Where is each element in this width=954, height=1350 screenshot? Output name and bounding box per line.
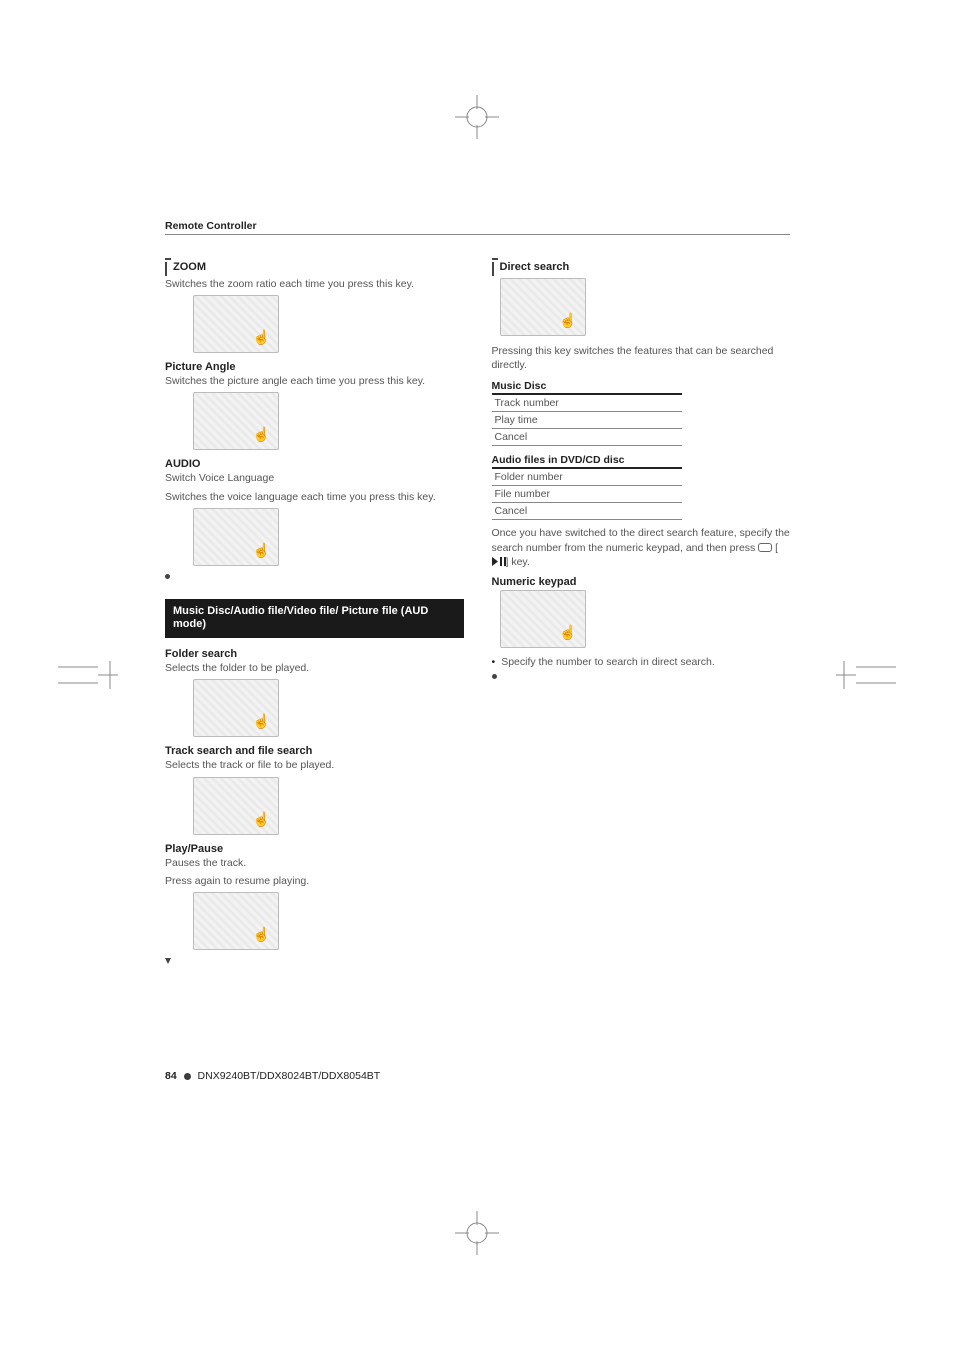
play-pause-l1: Pauses the track.: [165, 856, 464, 870]
hand-icon: ☝: [559, 624, 576, 641]
audio-files-table: Folder number File number Cancel: [492, 469, 682, 520]
page-number: 84: [165, 1070, 177, 1082]
play-pause-title: Play/Pause: [165, 843, 464, 855]
folder-search-body: Selects the folder to be played.: [165, 661, 464, 675]
direct-search-heading: Direct search: [492, 261, 791, 276]
table-row: Cancel: [492, 429, 682, 446]
audio-title: AUDIO: [165, 458, 464, 470]
keypad-bullet: • Specify the number to search in direct…: [492, 656, 791, 668]
table-cell: File number: [492, 486, 682, 503]
direct-search-title: Direct search: [500, 261, 570, 273]
after-switch-c: ] key.: [506, 556, 530, 568]
hand-icon: ☝: [253, 811, 270, 828]
table-row: Folder number: [492, 469, 682, 486]
hand-icon: ☝: [253, 426, 270, 443]
folder-search-title: Folder search: [165, 648, 464, 660]
hand-icon: ☝: [253, 713, 270, 730]
play-pause-l2: Press again to resume playing.: [165, 874, 464, 888]
table-row: Track number: [492, 395, 682, 412]
section-mark-icon: [492, 262, 494, 276]
footer-bullet-icon: [184, 1073, 191, 1080]
picture-angle-title: Picture Angle: [165, 361, 464, 373]
crop-mark-bottom: [455, 1211, 499, 1255]
picture-angle-body: Switches the picture angle each time you…: [165, 374, 464, 388]
continued-arrow-icon: [165, 958, 171, 964]
play-pause-icon: [492, 556, 506, 570]
remote-illustration-keypad: ☝: [500, 590, 586, 648]
track-search-title: Track search and file search: [165, 745, 464, 757]
track-search-body: Selects the track or file to be played.: [165, 758, 464, 772]
after-switch-text: Once you have switched to the direct sea…: [492, 526, 791, 570]
zoom-body: Switches the zoom ratio each time you pr…: [165, 277, 464, 291]
remote-illustration-audio: ☝: [193, 508, 279, 566]
table-cell: Cancel: [492, 503, 682, 520]
after-switch-a: Once you have switched to the direct sea…: [492, 527, 790, 553]
page-footer: 84 DNX9240BT/DDX8024BT/DDX8054BT: [165, 1070, 380, 1082]
numeric-keypad-title: Numeric keypad: [492, 576, 791, 588]
zoom-title: ZOOM: [173, 261, 206, 273]
section-end-dot: [492, 674, 497, 679]
hand-icon: ☝: [253, 542, 270, 559]
table-cell: Track number: [492, 395, 682, 412]
table-row: Cancel: [492, 503, 682, 520]
remote-glyph-icon: [758, 543, 772, 552]
audio-files-head: Audio files in DVD/CD disc: [492, 454, 682, 469]
running-head: Remote Controller: [165, 220, 790, 235]
after-switch-b: [: [775, 542, 778, 554]
remote-illustration-track: ☝: [193, 777, 279, 835]
crop-mark-top: [455, 95, 499, 139]
two-column-layout: ZOOM Switches the zoom ratio each time y…: [165, 257, 790, 964]
hand-icon: ☝: [253, 329, 270, 346]
audio-sub: Switch Voice Language: [165, 471, 464, 485]
remote-illustration-playpause: ☝: [193, 892, 279, 950]
hand-icon: ☝: [559, 312, 576, 329]
direct-search-body: Pressing this key switches the features …: [492, 344, 791, 372]
table-cell: Play time: [492, 412, 682, 429]
audio-body: Switches the voice language each time yo…: [165, 490, 464, 504]
section-end-dot: [165, 574, 170, 579]
remote-illustration-angle: ☝: [193, 392, 279, 450]
zoom-heading: ZOOM: [165, 261, 464, 276]
remote-illustration-direct: ☝: [500, 278, 586, 336]
music-disc-head: Music Disc: [492, 380, 682, 395]
music-disc-table: Track number Play time Cancel: [492, 395, 682, 446]
table-row: File number: [492, 486, 682, 503]
table-row: Play time: [492, 412, 682, 429]
left-column: ZOOM Switches the zoom ratio each time y…: [165, 257, 464, 964]
mode-heading-box: Music Disc/Audio file/Video file/ Pictur…: [165, 599, 464, 639]
bullet-dot-icon: •: [492, 656, 496, 668]
crop-mark-left: [58, 661, 118, 689]
hand-icon: ☝: [253, 926, 270, 943]
table-cell: Folder number: [492, 469, 682, 486]
right-column: Direct search ☝ Pressing this key switch…: [492, 257, 791, 964]
page-body: Remote Controller ZOOM Switches the zoom…: [165, 220, 790, 964]
keypad-bullet-text: Specify the number to search in direct s…: [501, 656, 715, 668]
remote-illustration-folder: ☝: [193, 679, 279, 737]
table-cell: Cancel: [492, 429, 682, 446]
section-mark-icon: [165, 262, 167, 276]
remote-illustration-zoom: ☝: [193, 295, 279, 353]
footer-models: DNX9240BT/DDX8024BT/DDX8054BT: [198, 1070, 381, 1082]
crop-mark-right: [836, 661, 896, 689]
